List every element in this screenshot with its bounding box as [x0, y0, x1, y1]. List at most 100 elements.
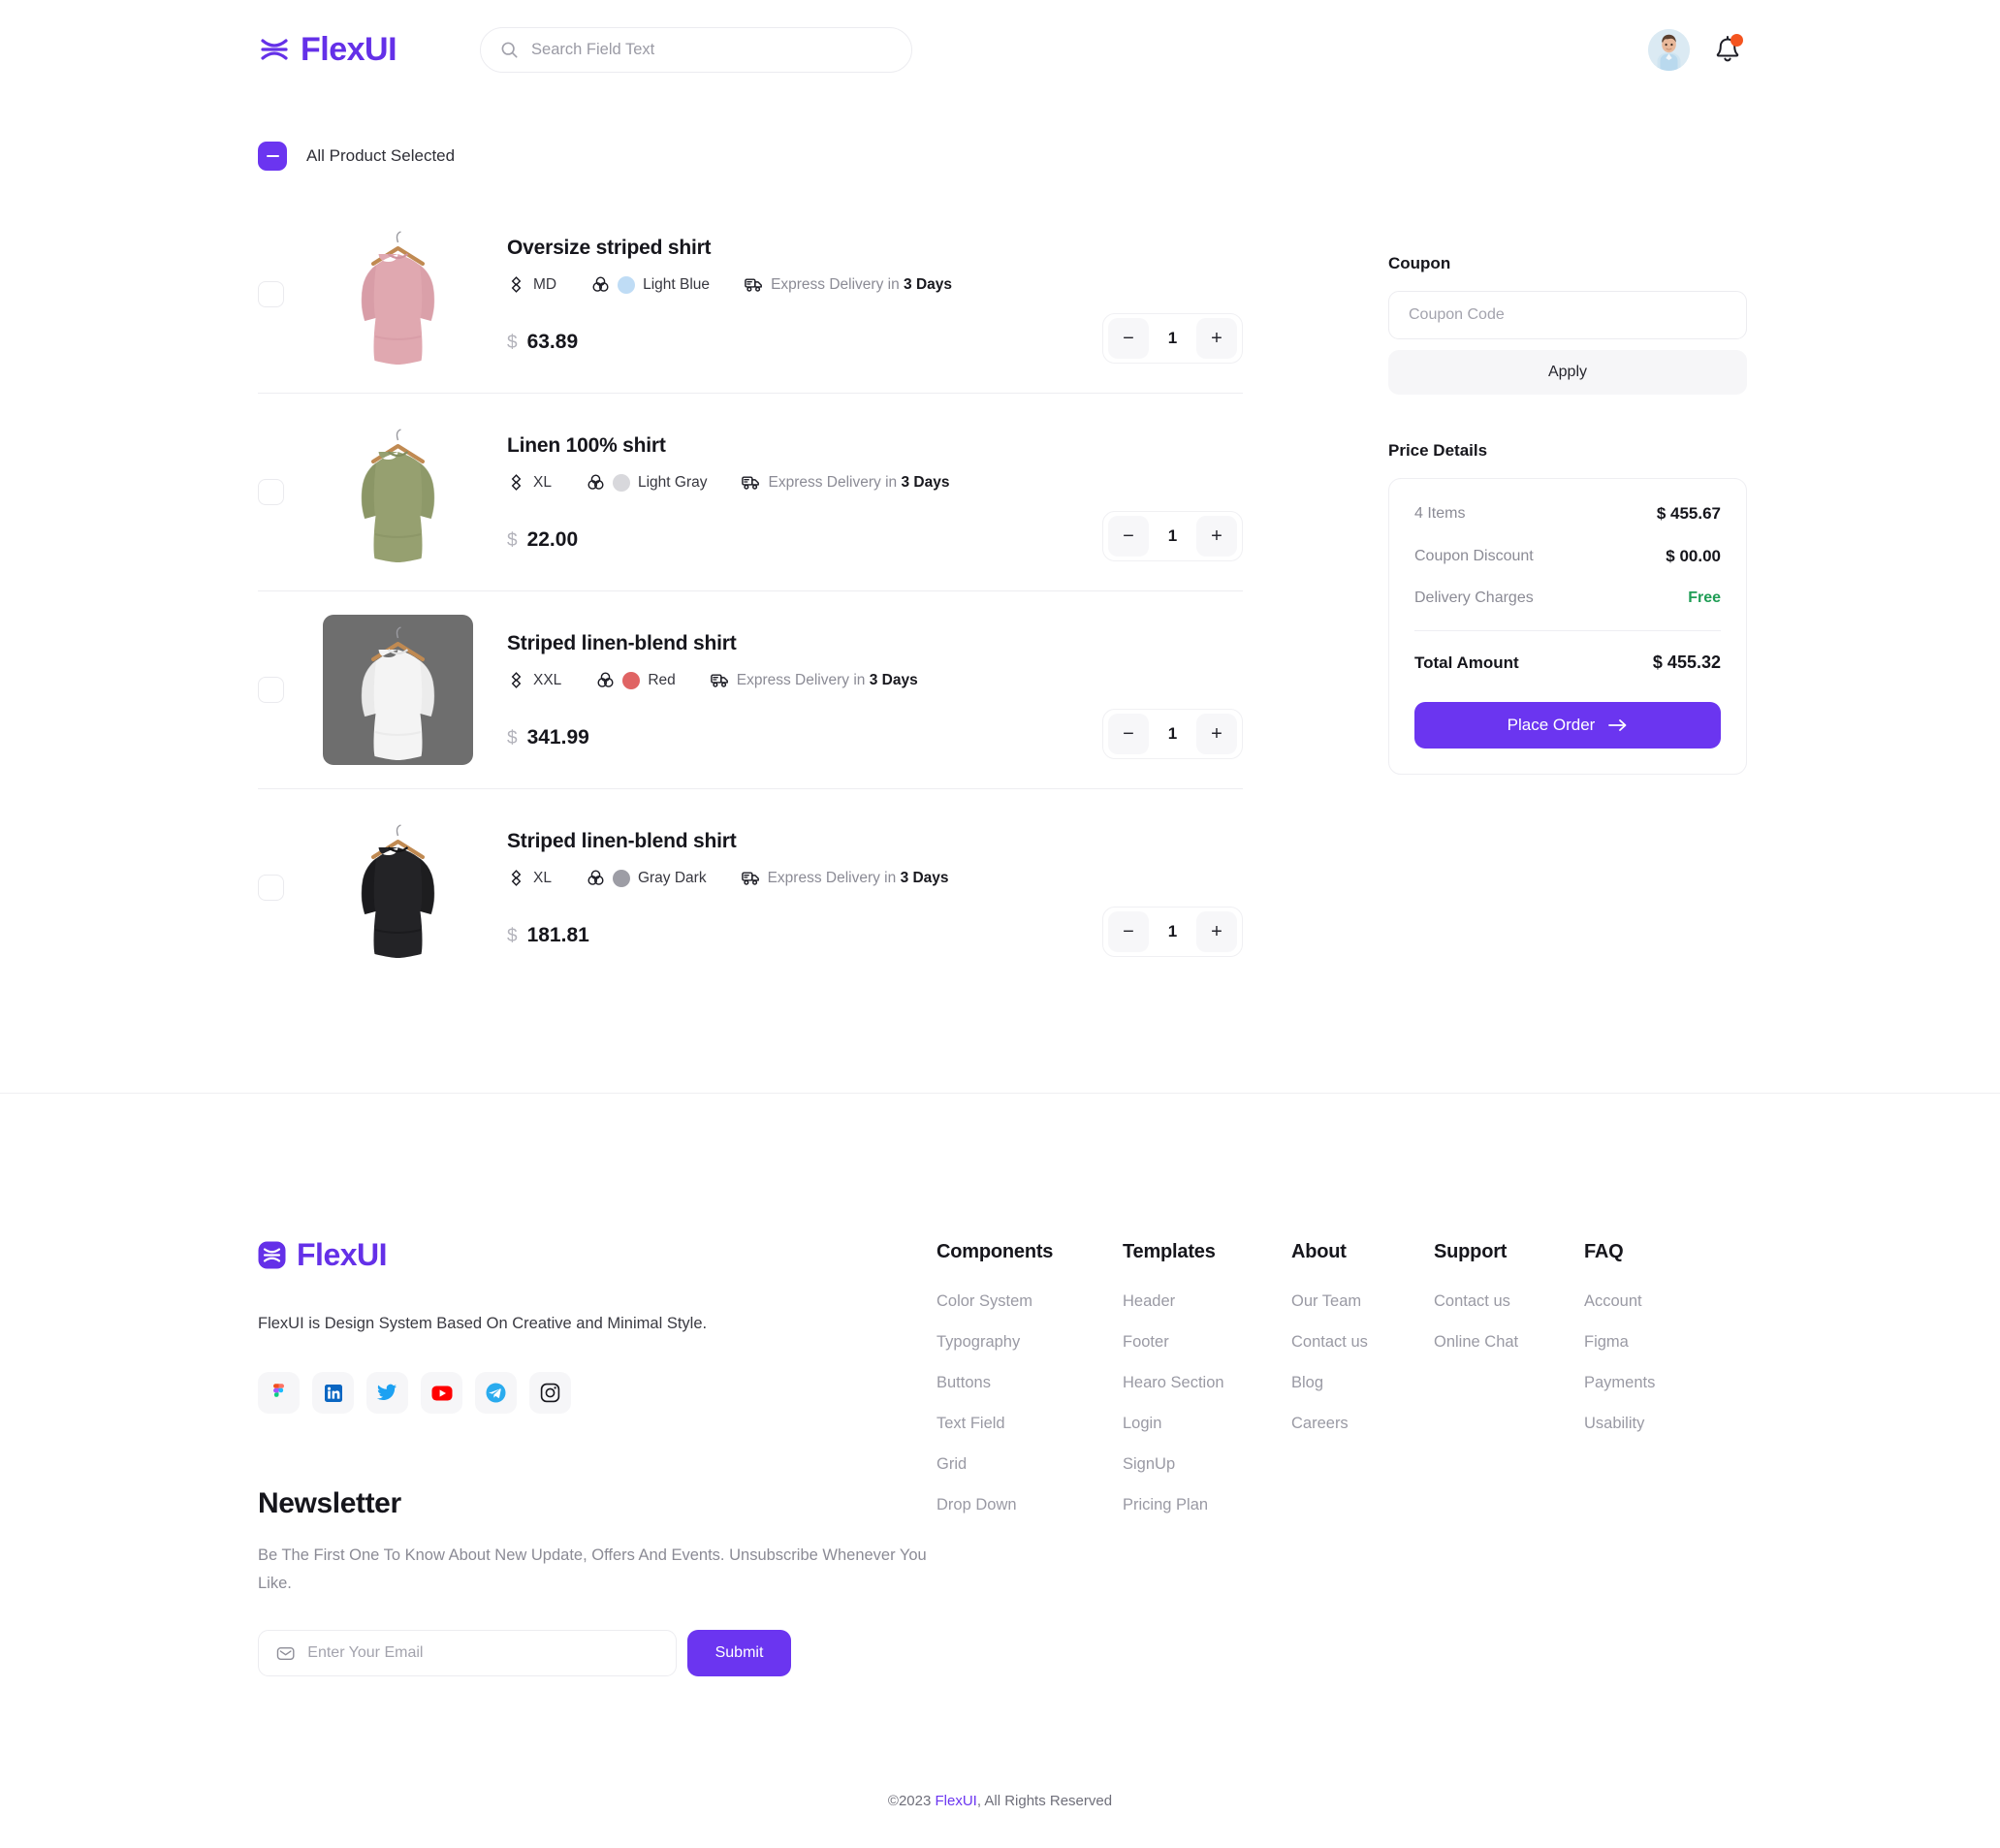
avatar-image — [1648, 28, 1690, 71]
footer-brand[interactable]: FlexUI — [258, 1237, 937, 1273]
quantity-increase-button[interactable]: + — [1196, 911, 1237, 952]
color-swatch — [612, 869, 630, 887]
total-label: Total Amount — [1414, 653, 1519, 672]
product-size-label: XL — [533, 473, 552, 491]
product-meta: XXL Red Express Delivery in 3 Days — [507, 671, 1083, 689]
delivery-truck-icon — [741, 872, 759, 885]
product-size: MD — [507, 275, 556, 294]
select-all-row[interactable]: All Product Selected — [258, 136, 1243, 176]
product-meta: XL Light Gray Express Delivery in 3 Days — [507, 473, 1083, 492]
notification-dot — [1730, 34, 1743, 47]
avatar[interactable] — [1648, 28, 1690, 71]
social-link-twitter[interactable] — [366, 1372, 408, 1415]
notification-bell-button[interactable] — [1713, 34, 1743, 65]
copyright-post: , All Rights Reserved — [976, 1793, 1113, 1810]
currency-symbol: $ — [507, 728, 518, 749]
telegram-icon — [486, 1383, 506, 1403]
social-link-instagram[interactable] — [529, 1372, 571, 1415]
footer-link[interactable]: Blog — [1291, 1374, 1434, 1392]
product-rows: Oversize striped shirt MD Light Blue Expres… — [258, 196, 1243, 986]
color-palette-icon — [587, 870, 604, 885]
quantity-increase-button[interactable]: + — [1196, 516, 1237, 557]
footer-link[interactable]: Our Team — [1291, 1292, 1434, 1311]
footer-link[interactable]: Typography — [937, 1333, 1123, 1352]
product-thumbnail[interactable] — [323, 615, 473, 765]
product-size: XL — [507, 869, 552, 887]
size-icon — [511, 870, 522, 886]
product-color: Light Gray — [587, 473, 707, 492]
color-swatch — [622, 671, 641, 689]
product-select-checkbox[interactable] — [258, 479, 284, 505]
price-value: 22.00 — [526, 528, 579, 551]
search-input[interactable] — [531, 40, 893, 59]
social-link-telegram[interactable] — [475, 1372, 517, 1415]
footer-link[interactable]: Usability — [1584, 1415, 1700, 1433]
quantity-decrease-button[interactable]: − — [1108, 911, 1149, 952]
search-bar[interactable] — [480, 26, 913, 73]
footer-link[interactable]: Text Field — [937, 1415, 1123, 1433]
price-row: Coupon Discount $ 00.00 — [1414, 547, 1721, 566]
footer-link[interactable]: Header — [1123, 1292, 1291, 1311]
apply-coupon-button[interactable]: Apply — [1388, 350, 1747, 395]
arrow-right-icon — [1608, 719, 1627, 731]
social-link-linkedin[interactable] — [312, 1372, 354, 1415]
delivery-truck-icon — [742, 476, 760, 490]
instagram-icon — [540, 1384, 560, 1403]
footer-link[interactable]: Payments — [1584, 1374, 1700, 1392]
footer-link[interactable]: Login — [1123, 1415, 1291, 1433]
footer-link[interactable]: Careers — [1291, 1415, 1434, 1433]
price-details-card: 4 Items $ 455.67 Coupon Discount $ 00.00 Del… — [1388, 478, 1747, 775]
footer-link[interactable]: Figma — [1584, 1333, 1700, 1352]
quantity-decrease-button[interactable]: − — [1108, 318, 1149, 359]
footer-column-templates: Templates Header Footer Hearo Section Login S… — [1123, 1241, 1291, 1676]
social-link-figma[interactable] — [258, 1372, 300, 1415]
copyright-brand[interactable]: FlexUI — [936, 1793, 977, 1809]
price-row-value: $ 455.67 — [1656, 504, 1721, 523]
quantity-increase-button[interactable]: + — [1196, 318, 1237, 359]
footer-link-columns: Components Color System Typography Buttons T… — [937, 1237, 1742, 1676]
product-select-checkbox[interactable] — [258, 677, 284, 703]
footer-link[interactable]: Footer — [1123, 1333, 1291, 1352]
quantity-decrease-button[interactable]: − — [1108, 516, 1149, 557]
product-thumbnail[interactable] — [323, 219, 473, 369]
product-thumbnail[interactable] — [323, 417, 473, 567]
newsletter-submit-button[interactable]: Submit — [687, 1630, 791, 1677]
footer-link[interactable]: Buttons — [937, 1374, 1123, 1392]
select-all-checkbox[interactable] — [258, 142, 287, 171]
footer-link[interactable]: Grid — [937, 1455, 1123, 1474]
quantity-stepper: −1 + — [1102, 313, 1243, 364]
footer-column-title: Templates — [1123, 1241, 1216, 1262]
footer-link[interactable]: Drop Down — [937, 1496, 1123, 1514]
header-brand[interactable]: FlexUI — [258, 31, 397, 69]
product-price: $22.00 — [507, 528, 1083, 552]
price-rows: 4 Items $ 455.67 Coupon Discount $ 00.00 Del… — [1414, 504, 1721, 607]
newsletter-email-field[interactable] — [258, 1630, 677, 1677]
footer-link[interactable]: Hearo Section — [1123, 1374, 1291, 1392]
copyright-pre: ©2023 — [887, 1793, 936, 1810]
product-select-checkbox[interactable] — [258, 875, 284, 901]
footer-link[interactable]: Pricing Plan — [1123, 1496, 1291, 1514]
total-row: Total Amount $ 455.32 — [1414, 653, 1721, 673]
newsletter-email-input[interactable] — [307, 1644, 658, 1663]
footer-link[interactable]: Color System — [937, 1292, 1123, 1311]
product-color: Light Blue — [591, 275, 710, 294]
footer-link[interactable]: Contact us — [1434, 1292, 1584, 1311]
price-details-heading: Price Details — [1388, 441, 1488, 460]
quantity-decrease-button[interactable]: − — [1108, 714, 1149, 754]
footer-link[interactable]: Online Chat — [1434, 1333, 1584, 1352]
currency-symbol: $ — [507, 333, 518, 353]
footer-link[interactable]: SignUp — [1123, 1455, 1291, 1474]
product-row: Striped linen-blend shirt XXL Red Express D… — [258, 590, 1243, 788]
color-swatch — [618, 275, 636, 294]
quantity-increase-button[interactable]: + — [1196, 714, 1237, 754]
quantity-stepper: −1 + — [1102, 709, 1243, 759]
header-actions — [1648, 28, 1743, 71]
product-thumbnail[interactable] — [323, 812, 473, 963]
footer-link[interactable]: Contact us — [1291, 1333, 1434, 1352]
coupon-input[interactable] — [1388, 291, 1747, 339]
social-link-youtube[interactable] — [421, 1372, 462, 1415]
site-header: FlexUI — [0, 0, 2000, 99]
footer-link[interactable]: Account — [1584, 1292, 1700, 1311]
product-select-checkbox[interactable] — [258, 281, 284, 307]
place-order-button[interactable]: Place Order — [1414, 702, 1721, 749]
